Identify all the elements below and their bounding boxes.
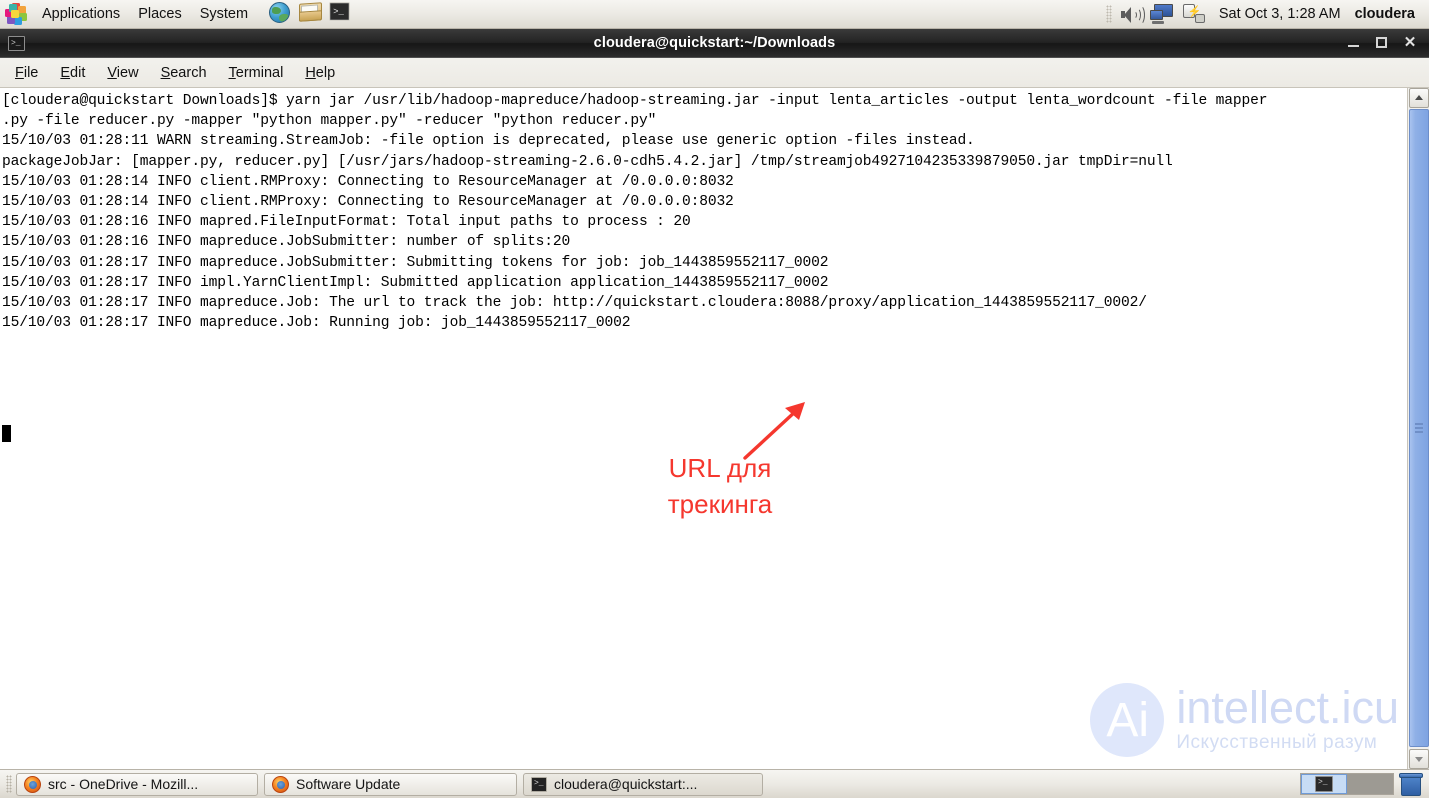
minimize-button[interactable] [1347,36,1361,50]
menu-terminal[interactable]: Terminal [218,61,295,85]
terminal-window: >_ cloudera@quickstart:~/Downloads ✕ Fil… [0,29,1429,769]
window-title-bar[interactable]: >_ cloudera@quickstart:~/Downloads ✕ [0,29,1429,58]
watermark-logo-icon: Ai [1090,683,1165,757]
menu-terminal-accel: T [228,64,236,81]
annotation-line-1: URL для [668,453,772,483]
terminal-cursor [2,425,11,442]
firefox-icon [24,775,41,793]
menu-search[interactable]: Search [150,61,218,85]
task-button-software-update[interactable]: Software Update [264,772,517,796]
menu-places[interactable]: Places [129,3,191,25]
window-terminal-icon: >_ [8,35,25,51]
menu-search-accel: S [160,64,171,81]
workspace-terminal-icon: >_ [1315,776,1333,792]
menu-system[interactable]: System [191,3,257,25]
watermark-subtitle: Искусственный разум [1176,731,1378,753]
speaker-icon[interactable] [1120,4,1145,25]
terminal-scrollbar[interactable] [1407,88,1429,769]
menu-file-accel: F [15,64,24,81]
firefox-icon [272,775,289,793]
menu-edit-accel: E [60,64,71,81]
menu-view-rest: iew [116,64,139,81]
menu-help-rest: elp [315,64,336,81]
menu-terminal-rest: erminal [235,64,284,81]
workspace-switcher[interactable]: >_ [1300,773,1394,795]
taskbar-grip [6,775,12,793]
annotation-line-2: трекинга [667,489,773,519]
battery-icon[interactable]: ⚡ [1182,4,1205,24]
top-panel: Applications Places System >_ ⚡ Sat Oct … [0,0,1429,29]
menu-search-rest: earch [170,64,207,81]
workspace-2[interactable] [1347,774,1393,794]
watermark-logo-letters: Ai [1106,694,1150,747]
window-title: cloudera@quickstart:~/Downloads [593,35,836,51]
trash-icon[interactable] [1399,772,1423,796]
terminal-launcher-icon[interactable]: >_ [329,2,353,26]
scrollbar-grip [1415,423,1423,433]
menu-view-accel: V [107,64,117,81]
system-tray: ⚡ Sat Oct 3, 1:28 AM cloudera [1105,4,1429,25]
tray-grip [1105,5,1112,23]
menu-edit-rest: dit [70,64,86,81]
scroll-up-button[interactable] [1409,88,1429,108]
menu-view[interactable]: View [96,61,149,85]
task-button-firefox-onedrive-label: src - OneDrive - Mozill... [48,776,199,792]
panel-launchers: >_ [269,1,353,27]
task-button-terminal[interactable]: >_ cloudera@quickstart:... [523,772,763,796]
task-button-terminal-label: cloudera@quickstart:... [554,776,698,792]
web-browser-icon[interactable] [269,2,293,26]
maximize-button[interactable] [1375,36,1389,50]
menu-edit[interactable]: Edit [49,61,96,85]
taskbar: src - OneDrive - Mozill... Software Upda… [0,769,1429,798]
panel-menu-group: Applications Places System [29,3,257,25]
menu-help[interactable]: Help [294,61,346,85]
watermark: Ai intellect.icu Искусственный разум [1090,683,1399,757]
annotation-label: URL для трекинга [600,450,840,522]
menu-help-accel: H [305,64,316,81]
terminal-output-area[interactable]: [cloudera@quickstart Downloads]$ yarn ja… [0,88,1429,769]
workspace-1[interactable]: >_ [1301,774,1347,794]
close-button[interactable]: ✕ [1403,35,1417,50]
scroll-down-button[interactable] [1409,749,1429,769]
menu-applications[interactable]: Applications [33,3,129,25]
menu-file-rest: ile [23,64,39,81]
task-button-firefox-onedrive[interactable]: src - OneDrive - Mozill... [16,772,258,796]
email-client-icon[interactable] [299,1,323,27]
taskbar-right: >_ [1300,772,1423,796]
terminal-menu-bar: File Edit View Search Terminal Help [0,58,1429,88]
terminal-icon: >_ [531,776,547,792]
clock[interactable]: Sat Oct 3, 1:28 AM [1213,6,1347,22]
watermark-title: intellect.icu [1176,681,1399,733]
window-controls: ✕ [1347,35,1429,50]
applications-menu-icon[interactable] [5,3,27,25]
scrollbar-thumb[interactable] [1409,109,1429,747]
task-button-software-update-label: Software Update [296,776,401,792]
monitor-network-icon[interactable] [1149,4,1174,24]
menu-file[interactable]: File [4,61,49,85]
user-menu[interactable]: cloudera [1355,6,1419,22]
terminal-text: [cloudera@quickstart Downloads]$ yarn ja… [2,93,1268,332]
